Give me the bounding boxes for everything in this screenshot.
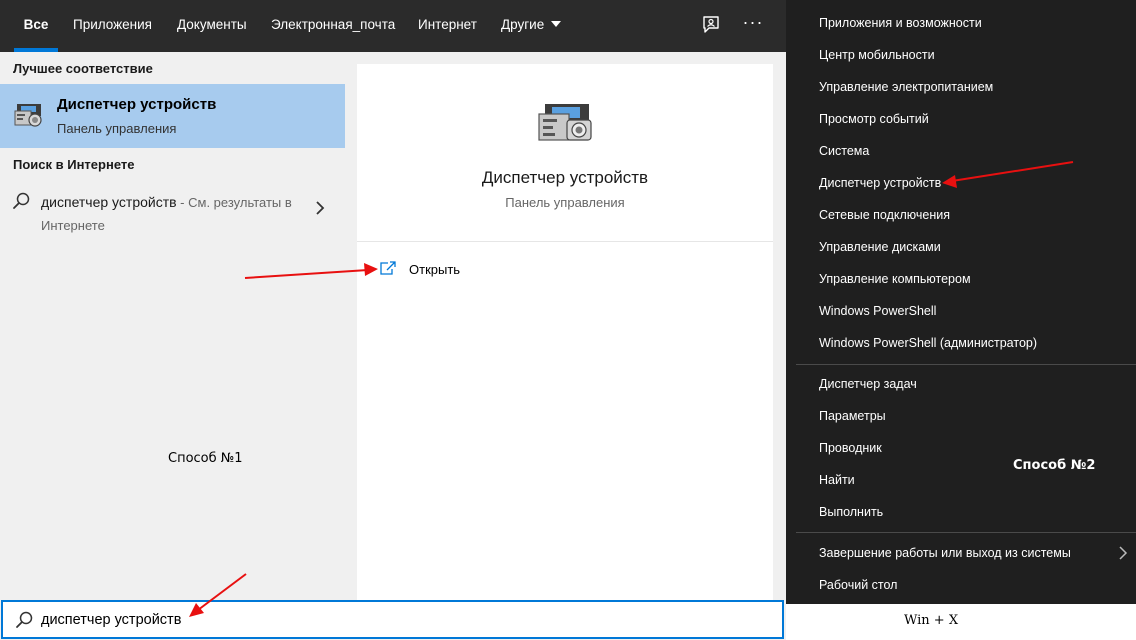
best-match-title: Диспетчер устройств <box>57 96 217 113</box>
open-external-icon <box>380 261 396 275</box>
menu-item-powershell-admin[interactable]: Windows PowerShell (администратор) <box>819 336 1037 350</box>
method2-annotation: Способ №2 <box>1013 458 1096 473</box>
menu-item-desktop[interactable]: Рабочий стол <box>819 578 897 592</box>
menu-item-power-options[interactable]: Управление электропитанием <box>819 80 993 94</box>
feedback-icon[interactable] <box>700 14 722 36</box>
open-button[interactable]: Открыть <box>371 256 571 284</box>
device-manager-icon <box>538 104 592 141</box>
menu-item-shutdown[interactable]: Завершение работы или выход из системы <box>819 546 1071 560</box>
menu-item-settings[interactable]: Параметры <box>819 409 886 423</box>
web-result-text: диспетчер устройств - См. результаты в И… <box>41 191 311 237</box>
method1-annotation: Способ №1 <box>168 451 243 466</box>
menu-item-mobility-center[interactable]: Центр мобильности <box>819 48 935 62</box>
submenu-chevron-icon <box>1119 546 1128 560</box>
winx-caption: Win + X <box>904 613 959 628</box>
menu-item-explorer[interactable]: Проводник <box>819 441 882 455</box>
tab-email[interactable]: Электронная_почта <box>271 0 395 52</box>
search-input[interactable] <box>41 608 741 632</box>
search-tabs: Все Приложения Документы Электронная_поч… <box>0 0 786 52</box>
tab-more-label: Другие <box>501 17 545 32</box>
winx-menu: Приложения и возможности Центр мобильнос… <box>786 0 1136 604</box>
preview-divider <box>357 241 773 242</box>
tab-documents[interactable]: Документы <box>177 0 247 52</box>
best-match-header: Лучшее соответствие <box>13 61 153 76</box>
web-result-query: диспетчер устройств <box>41 194 177 210</box>
menu-item-powershell[interactable]: Windows PowerShell <box>819 304 936 318</box>
menu-separator <box>796 364 1136 365</box>
menu-item-apps-features[interactable]: Приложения и возможности <box>819 16 982 30</box>
open-label: Открыть <box>409 262 461 277</box>
device-manager-icon <box>14 104 42 127</box>
search-box[interactable] <box>1 600 784 639</box>
menu-item-network-connections[interactable]: Сетевые подключения <box>819 208 950 222</box>
menu-item-computer-management[interactable]: Управление компьютером <box>819 272 971 286</box>
tab-more[interactable]: Другие <box>501 0 562 52</box>
menu-item-run[interactable]: Выполнить <box>819 505 883 519</box>
search-icon <box>16 611 33 628</box>
best-match-result[interactable]: Диспетчер устройств Панель управления <box>0 84 345 148</box>
tab-all[interactable]: Все <box>14 0 58 52</box>
menu-item-event-viewer[interactable]: Просмотр событий <box>819 112 929 126</box>
tab-web[interactable]: Интернет <box>418 0 477 52</box>
menu-separator <box>796 532 1136 533</box>
preview-title: Диспетчер устройств <box>481 168 649 187</box>
menu-item-search[interactable]: Найти <box>819 473 855 487</box>
menu-item-disk-management[interactable]: Управление дисками <box>819 240 941 254</box>
preview-pane: Диспетчер устройств Панель управления От… <box>357 64 773 600</box>
results-list: Лучшее соответствие Диспетчер устройств … <box>0 52 356 600</box>
preview-subtitle: Панель управления <box>505 195 625 210</box>
chevron-right-icon <box>316 201 325 215</box>
tab-apps[interactable]: Приложения <box>73 0 152 52</box>
best-match-subtitle: Панель управления <box>57 121 177 136</box>
web-search-result[interactable]: диспетчер устройств - См. результаты в И… <box>0 182 345 233</box>
menu-item-system[interactable]: Система <box>819 144 869 158</box>
search-panel: Все Приложения Документы Электронная_поч… <box>0 0 786 640</box>
chevron-down-icon <box>551 21 562 27</box>
menu-item-device-manager[interactable]: Диспетчер устройств <box>819 176 941 190</box>
web-search-header: Поиск в Интернете <box>13 157 135 172</box>
more-options-icon[interactable]: ··· <box>742 12 764 36</box>
search-icon <box>13 192 30 209</box>
menu-item-task-manager[interactable]: Диспетчер задач <box>819 377 917 391</box>
